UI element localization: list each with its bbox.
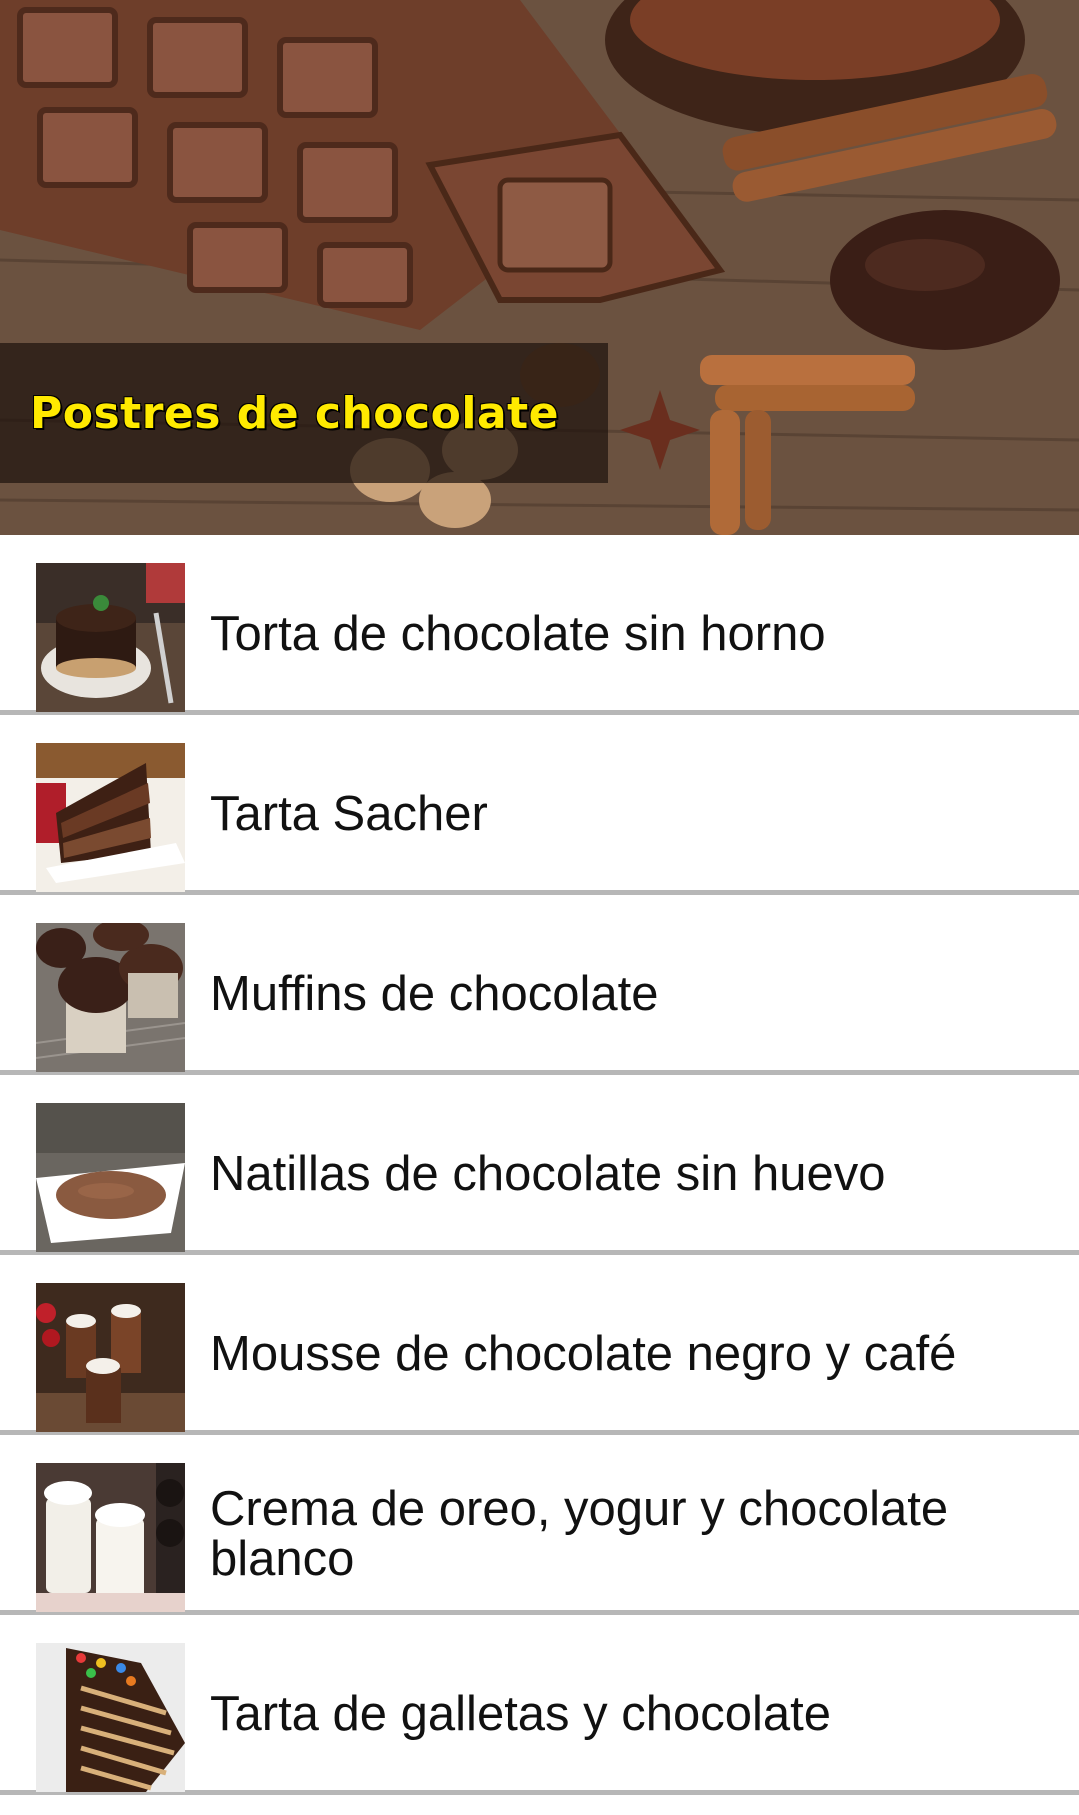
app-title: Postres de chocolate	[30, 387, 559, 439]
list-item[interactable]: Mousse de chocolate negro y café	[0, 1255, 1079, 1435]
list-item-label: Tarta de galletas y chocolate	[210, 1686, 832, 1741]
header-banner: Postres de chocolate	[0, 0, 1079, 535]
list-item-label: Muffins de chocolate	[210, 966, 659, 1021]
biscuit-cake-image	[36, 1643, 185, 1792]
list-item[interactable]: Tarta Sacher	[0, 715, 1079, 895]
list-item-label: Mousse de chocolate negro y café	[210, 1326, 957, 1381]
oreo-cream-cups-image	[36, 1463, 185, 1612]
recipe-list: Torta de chocolate sin horno Tarta Sache…	[0, 535, 1079, 1795]
list-item[interactable]: Tarta de galletas y chocolate	[0, 1615, 1079, 1795]
list-item[interactable]: Torta de chocolate sin horno	[0, 535, 1079, 715]
list-item-label: Torta de chocolate sin horno	[210, 606, 826, 661]
muffins-image	[36, 923, 185, 1072]
list-item[interactable]: Crema de oreo, yogur y chocolate blanco	[0, 1435, 1079, 1615]
list-item[interactable]: Natillas de chocolate sin huevo	[0, 1075, 1079, 1255]
list-item[interactable]: Muffins de chocolate	[0, 895, 1079, 1075]
mousse-glasses-image	[36, 1283, 185, 1432]
app-screen: Postres de chocolate Torta de chocolate …	[0, 0, 1079, 1815]
custard-bowl-image	[36, 1103, 185, 1252]
cake-slice-image	[36, 743, 185, 892]
list-item-label: Natillas de chocolate sin huevo	[210, 1146, 886, 1201]
list-item-label: Crema de oreo, yogur y chocolate blanco	[210, 1481, 949, 1586]
title-plate: Postres de chocolate	[0, 343, 608, 483]
list-item-label: Tarta Sacher	[210, 786, 488, 841]
cake-on-stand-image	[36, 563, 185, 712]
